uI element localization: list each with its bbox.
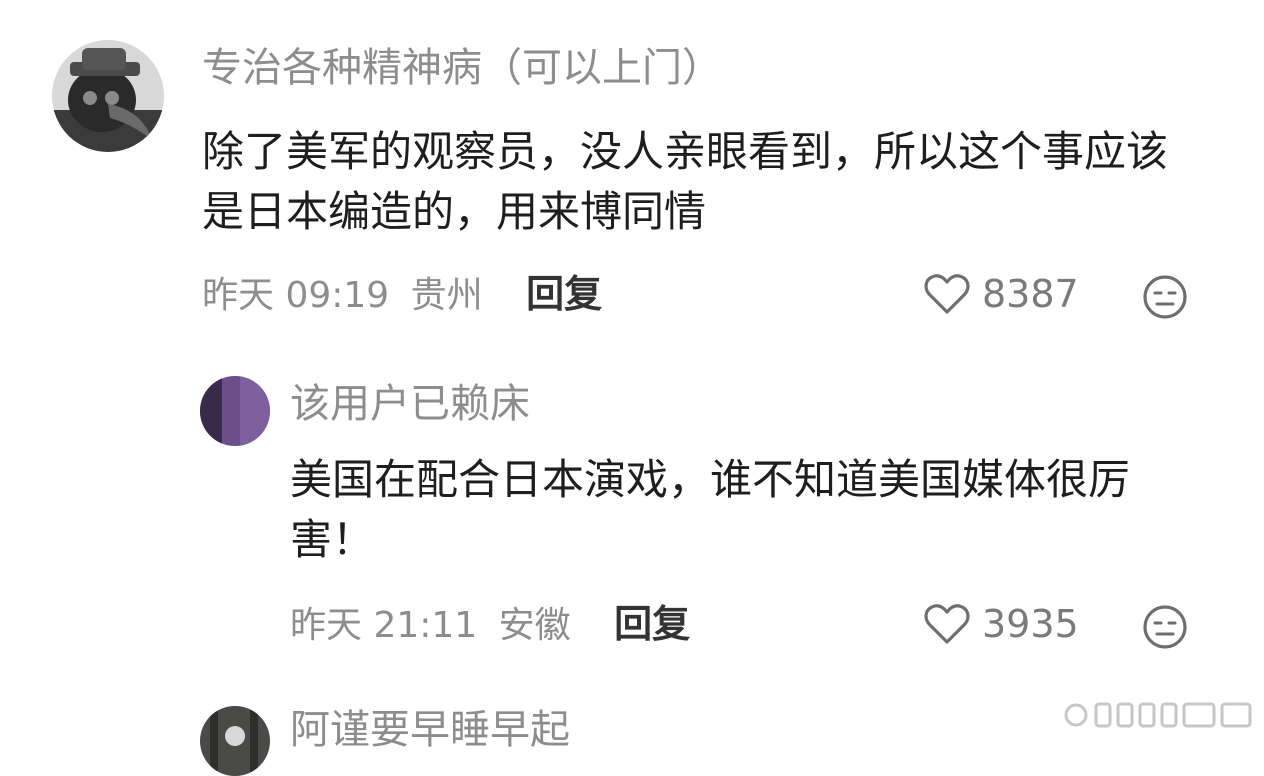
comment-text: 美国在配合日本演戏，谁不知道美国媒体很厉害！	[290, 455, 1131, 564]
heart-outline-icon	[924, 604, 970, 644]
comment-meta: 昨天 09:19 贵州 回复	[202, 272, 602, 318]
dark-photo-avatar-icon	[200, 706, 270, 776]
avatar[interactable]	[52, 40, 164, 152]
username[interactable]: 该用户已赖床	[290, 380, 530, 428]
like-count: 8387	[982, 272, 1079, 316]
avatar[interactable]	[200, 706, 270, 776]
watermark-icon	[1064, 702, 1252, 728]
plague-doctor-mask-avatar-icon	[52, 40, 164, 152]
dislike-button[interactable]	[1142, 604, 1188, 654]
comment-meta: 昨天 21:11 安徽 回复	[290, 602, 690, 648]
username[interactable]: 专治各种精神病（可以上门）	[202, 44, 722, 92]
comment-time: 昨天 09:19	[202, 275, 390, 316]
like-button[interactable]: 8387	[924, 272, 1079, 316]
watermark-logo	[1064, 700, 1254, 730]
reply-button[interactable]: 回复	[614, 602, 690, 646]
comment-text: 除了美军的观察员，没人亲眼看到，所以这个事应该是日本编造的，用来博同情	[202, 127, 1169, 236]
dislike-button[interactable]	[1142, 274, 1188, 324]
comment-time: 昨天 21:11	[290, 605, 478, 646]
username[interactable]: 阿谨要早睡早起	[290, 706, 570, 754]
comment-location: 安徽	[498, 605, 571, 646]
neutral-face-icon	[1143, 275, 1187, 319]
heart-outline-icon	[924, 274, 970, 314]
avatar[interactable]	[200, 376, 270, 446]
neutral-face-icon	[1143, 605, 1187, 649]
reply-button[interactable]: 回复	[526, 272, 602, 316]
like-button[interactable]: 3935	[924, 602, 1079, 646]
purple-avatar-icon	[200, 376, 270, 446]
like-count: 3935	[982, 602, 1079, 646]
comment-location: 贵州	[410, 275, 483, 316]
